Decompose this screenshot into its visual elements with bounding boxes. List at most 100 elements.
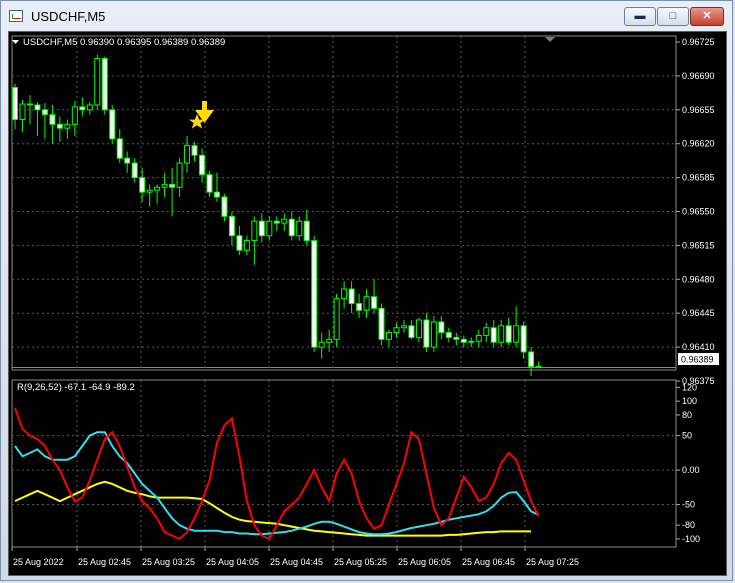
price-tick-label: 0.96550 [682,207,715,217]
candle-body [415,319,422,338]
candle [139,167,146,202]
price-tick-label: 0.96480 [682,274,715,284]
candle-body [281,218,288,224]
time-tick-label: 25 Aug 04:45 [270,557,323,567]
candle [371,279,378,314]
price-tick-label: 0.96585 [682,173,715,183]
candle-body [86,104,93,111]
time-axis[interactable]: 25 Aug 2022 25 Aug 02:45 25 Aug 03:25 25 Au… [11,547,579,567]
candle [56,116,63,142]
candle [101,56,108,115]
candle-body [101,57,108,111]
candle-body [273,220,280,224]
price-tick-label: 0.96655 [682,105,715,115]
candle-body [408,325,415,338]
time-tick-label: 25 Aug 07:25 [526,557,579,567]
candle-body [333,298,340,340]
candle [169,167,176,217]
time-tick-label: 25 Aug 06:05 [398,557,451,567]
candle-body [221,196,228,217]
price-tick-label: 0.96515 [682,240,715,250]
oscillator-lines [14,407,540,541]
candle [49,104,56,144]
candle-body [288,218,295,237]
candle [34,102,41,136]
chart-window-icon [9,10,23,22]
candle [483,322,490,343]
maximize-button[interactable]: □ [657,7,689,26]
candle-body [303,220,310,242]
indicator-tick-label: -50 [682,500,695,510]
candle-body [296,220,303,237]
candle-body [438,321,445,334]
candle-body [206,174,213,193]
candle [333,293,340,348]
shift-marker-icon[interactable] [545,37,555,42]
candle-body [161,183,168,188]
indicator-axis[interactable]: 120 100 80 50 0.00 -50 -80 -100 [676,382,700,544]
indicator-tick-label: 50 [682,431,692,441]
candle-body [258,220,265,237]
candle [176,158,183,197]
collapse-triangle-icon[interactable] [12,40,19,44]
candle [281,213,288,231]
candle-body [468,340,475,343]
candle [423,313,430,352]
candle [109,104,116,144]
candle-body [243,240,250,251]
time-tick-label: 25 Aug 02:45 [78,557,131,567]
candle [505,318,512,346]
candle [513,306,520,348]
chart-area[interactable]: USDCHF,M5 0.96390 0.96395 0.96389 0.9638… [8,31,727,576]
minimize-button[interactable]: ▬ [624,7,656,26]
close-button[interactable]: ✕ [690,7,724,26]
candle [438,316,445,340]
candle [258,213,265,243]
indicator-label: R(9,26,52) -67.1 -64.9 -89.2 [17,382,135,393]
symbol-info: USDCHF,M5 0.96390 0.96395 0.96389 0.9638… [23,37,225,48]
candle [400,319,407,333]
candle-body [94,57,101,106]
candle [453,332,460,346]
candle [430,316,437,352]
price-tick-label: 0.96725 [682,37,715,47]
price-axis[interactable]: 0.96725 0.96690 0.96655 0.96620 0.96585 0.965… [676,37,715,386]
candle [266,216,273,241]
indicator-panel-border [11,379,677,548]
candle-body [348,288,355,305]
candle [408,319,415,340]
candle [318,332,325,359]
candle-body [49,114,56,125]
candle [528,347,535,377]
candle-body [430,321,437,348]
time-tick-label: 25 Aug 06:45 [462,557,515,567]
candle [296,216,303,241]
candle-body [483,327,490,336]
candle-body [490,327,497,343]
indicator-tick-label: -100 [682,534,700,544]
candle-body [41,109,48,116]
title-bar[interactable]: USDCHF,M5 ▬ □ ✕ [1,1,732,31]
candle-body [371,296,378,309]
candle-body [311,240,318,348]
candle-body [341,288,348,300]
candle [41,103,48,139]
candle-body [184,145,191,164]
window-title: USDCHF,M5 [31,9,106,24]
candle-body [318,341,325,348]
candle [236,226,243,256]
candles [12,54,542,377]
candle [393,322,400,338]
candle [386,329,392,348]
candle [94,54,101,110]
slow-line [14,480,532,537]
candle [206,170,213,197]
candle-body [213,191,220,198]
candle-body [228,215,235,237]
candle [146,184,153,207]
candle-body [423,319,430,348]
candle [124,151,131,173]
chart-canvas[interactable]: USDCHF,M5 0.96390 0.96395 0.96389 0.9638… [9,32,726,575]
candle-body [505,325,512,343]
candle [221,194,228,222]
